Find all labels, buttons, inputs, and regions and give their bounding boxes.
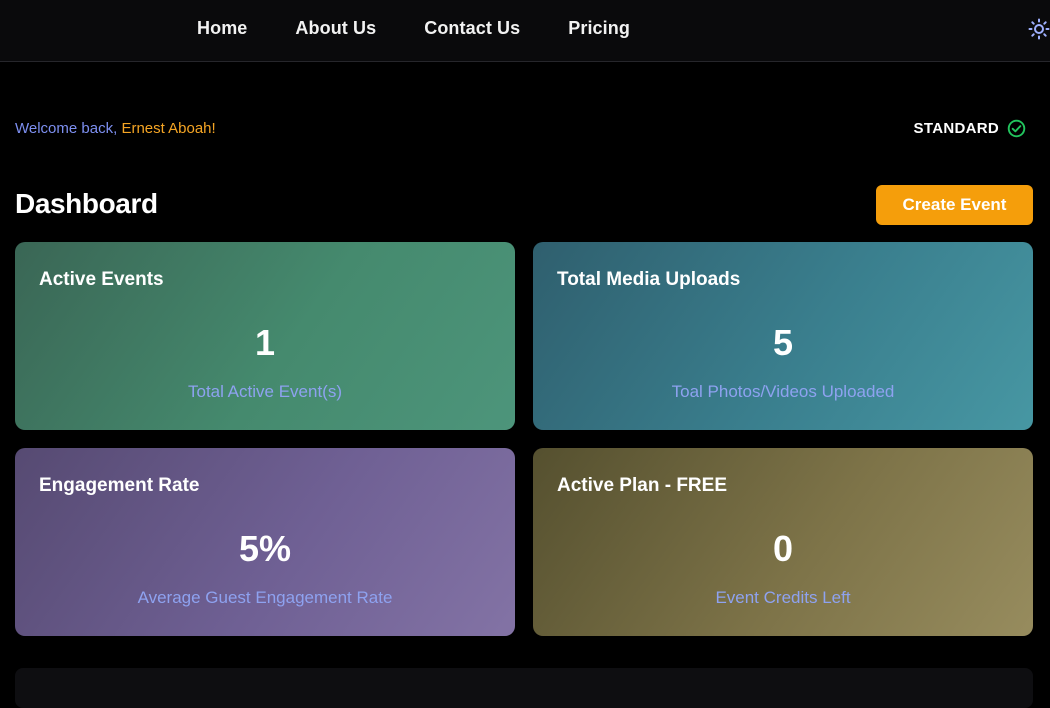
sun-icon [1028,18,1050,40]
nav-about-us[interactable]: About Us [295,18,376,39]
card-title: Active Plan - FREE [557,475,727,496]
check-circle-icon [1007,119,1026,138]
nav-links: Home About Us Contact Us Pricing [197,18,630,39]
bottom-panel [15,668,1033,708]
stat-card-engagement-rate: Engagement Rate 5% Average Guest Engagem… [15,448,515,636]
stat-card-active-events: Active Events 1 Total Active Event(s) [15,242,515,430]
nav-pricing[interactable]: Pricing [568,18,630,39]
nav-contact-us[interactable]: Contact Us [424,18,520,39]
card-title: Total Media Uploads [557,269,741,290]
user-name: Ernest Aboah! [121,120,216,137]
plan-badge: STANDARD [914,119,1026,138]
card-value: 0 [772,528,794,569]
card-caption: Event Credits Left [715,588,851,607]
card-title: Engagement Rate [39,475,200,496]
card-value: 5% [238,528,292,569]
card-value: 1 [254,322,276,363]
card-value: 5 [772,322,794,363]
welcome-message: Welcome back, Ernest Aboah! [15,120,216,137]
card-caption: Average Guest Engagement Rate [137,588,393,607]
card-caption: Total Active Event(s) [187,382,342,401]
card-title: Active Events [39,269,164,290]
stat-card-media-uploads: Total Media Uploads 5 Toal Photos/Videos… [533,242,1033,430]
create-event-button[interactable]: Create Event [876,185,1033,225]
stat-card-active-plan: Active Plan - FREE 0 Event Credits Left [533,448,1033,636]
nav-home[interactable]: Home [197,18,247,39]
theme-toggle-button[interactable] [1028,18,1050,40]
top-navbar: Home About Us Contact Us Pricing [0,0,1050,62]
welcome-prefix: Welcome back, [15,120,122,137]
page-title: Dashboard [15,188,158,219]
card-caption: Toal Photos/Videos Uploaded [671,382,895,401]
plan-name: STANDARD [913,120,999,137]
